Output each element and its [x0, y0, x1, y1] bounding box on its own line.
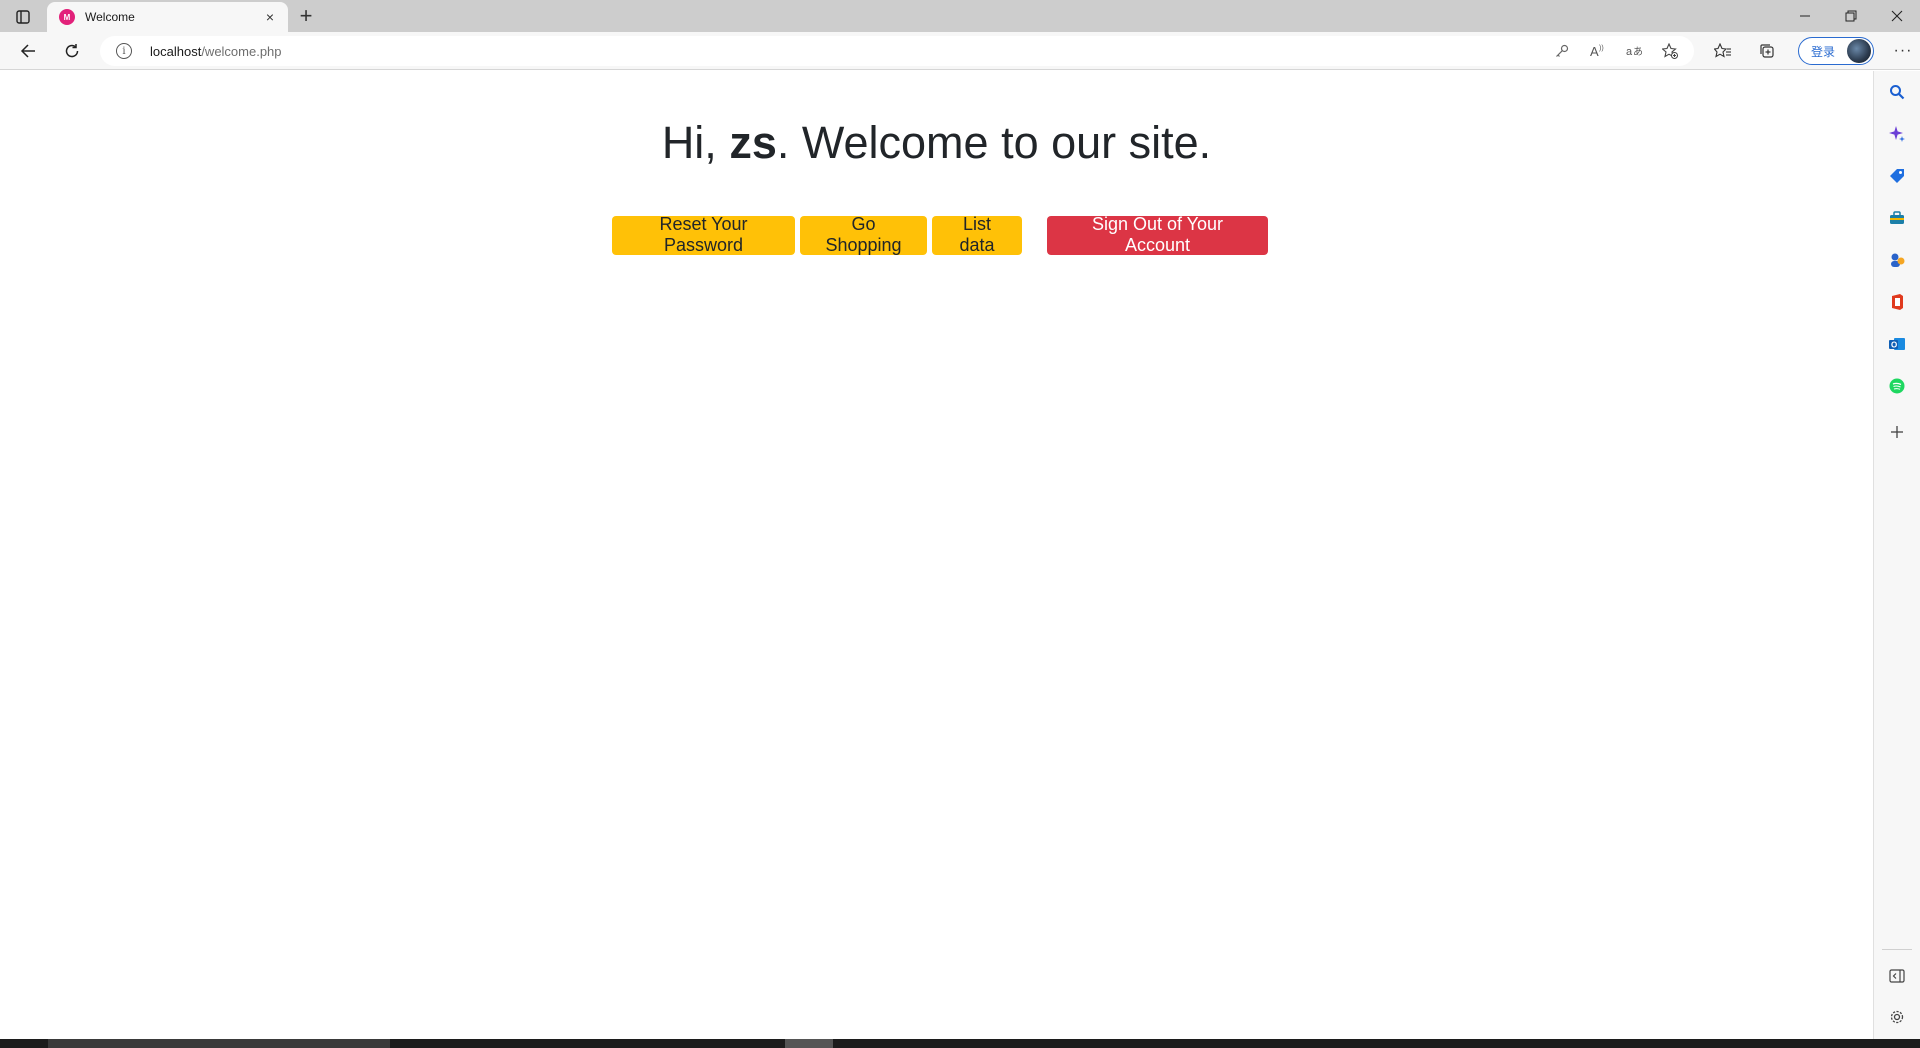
- minimize-button[interactable]: [1782, 0, 1828, 32]
- sign-out-button[interactable]: Sign Out of Your Account: [1047, 214, 1268, 255]
- add-icon[interactable]: [1885, 420, 1909, 444]
- os-taskbar: [0, 1039, 1920, 1048]
- minimize-icon: [1800, 15, 1810, 17]
- site-info-icon[interactable]: i: [116, 43, 132, 59]
- games-icon[interactable]: [1885, 248, 1909, 272]
- restore-button[interactable]: [1828, 0, 1874, 32]
- go-shopping-button[interactable]: Go Shopping: [800, 214, 927, 255]
- username: zs: [729, 117, 777, 168]
- back-arrow-icon: [20, 44, 35, 58]
- new-tab-button[interactable]: +: [294, 3, 318, 28]
- tab-close-icon[interactable]: ×: [262, 9, 278, 25]
- refresh-button[interactable]: [58, 37, 86, 65]
- url-path: /welcome.php: [201, 43, 282, 59]
- favorites-icon[interactable]: [1704, 36, 1742, 66]
- profile-signin-button[interactable]: 登录: [1798, 37, 1874, 65]
- collections-icon[interactable]: [1748, 36, 1786, 66]
- restore-icon: [1845, 10, 1857, 22]
- browser-toolbar: i localhost/welcome.php A)) aあ 登录 ···: [0, 32, 1920, 70]
- tab-actions-icon: [16, 10, 30, 24]
- window-controls: [1782, 0, 1920, 32]
- svg-text:a: a: [1626, 46, 1633, 58]
- key-icon[interactable]: [1544, 36, 1580, 66]
- taskbar-item[interactable]: [48, 1039, 390, 1048]
- tab-title: Welcome: [85, 10, 135, 24]
- back-button[interactable]: [14, 37, 42, 65]
- list-data-button[interactable]: List data: [932, 214, 1022, 255]
- sidebar-divider: [1882, 949, 1912, 950]
- more-options-button[interactable]: ···: [1888, 36, 1918, 66]
- tools-icon[interactable]: [1885, 206, 1909, 230]
- reset-password-button[interactable]: Reset Your Password: [612, 214, 795, 255]
- page-content: Hi, zs. Welcome to our site. Reset Your …: [0, 71, 1873, 1039]
- svg-text:)): )): [1599, 45, 1604, 52]
- toolbar-actions: 登录 ···: [1704, 36, 1918, 66]
- address-bar-actions: A)) aあ: [1544, 36, 1688, 66]
- svg-text:あ: あ: [1633, 46, 1642, 58]
- browser-tab[interactable]: M Welcome ×: [47, 2, 288, 32]
- svg-text:O: O: [1891, 341, 1897, 350]
- translate-icon[interactable]: aあ: [1616, 36, 1652, 66]
- avatar: [1847, 39, 1871, 63]
- url-host: localhost: [150, 43, 202, 59]
- office-icon[interactable]: [1885, 290, 1909, 314]
- search-icon[interactable]: [1885, 80, 1909, 104]
- greeting-suffix: . Welcome to our site.: [776, 117, 1212, 168]
- welcome-heading: Hi, zs. Welcome to our site.: [0, 117, 1873, 169]
- close-icon: [1891, 10, 1903, 22]
- shopping-icon[interactable]: [1885, 164, 1909, 188]
- edge-sidebar: O: [1873, 71, 1920, 1039]
- sidebar-toggle-icon[interactable]: [1885, 964, 1909, 988]
- settings-icon[interactable]: [1885, 1005, 1909, 1029]
- tab-strip: M Welcome × +: [0, 0, 1920, 32]
- greeting-prefix: Hi,: [661, 117, 730, 168]
- action-buttons: Reset Your Password Go Shopping List dat…: [612, 214, 1268, 255]
- outlook-icon[interactable]: O: [1885, 332, 1909, 356]
- read-aloud-icon[interactable]: A)): [1580, 36, 1616, 66]
- address-bar[interactable]: i localhost/welcome.php A)) aあ: [100, 36, 1694, 66]
- copilot-icon[interactable]: [1885, 122, 1909, 146]
- svg-text:A: A: [1590, 44, 1599, 58]
- spotify-icon[interactable]: [1885, 374, 1909, 398]
- signin-label: 登录: [1811, 44, 1836, 59]
- taskbar-item[interactable]: [785, 1039, 833, 1048]
- add-favorite-icon[interactable]: [1652, 36, 1688, 66]
- refresh-icon: [65, 44, 79, 58]
- close-window-button[interactable]: [1874, 0, 1920, 32]
- site-favicon-icon: M: [59, 9, 75, 25]
- tab-actions-button[interactable]: [10, 6, 36, 28]
